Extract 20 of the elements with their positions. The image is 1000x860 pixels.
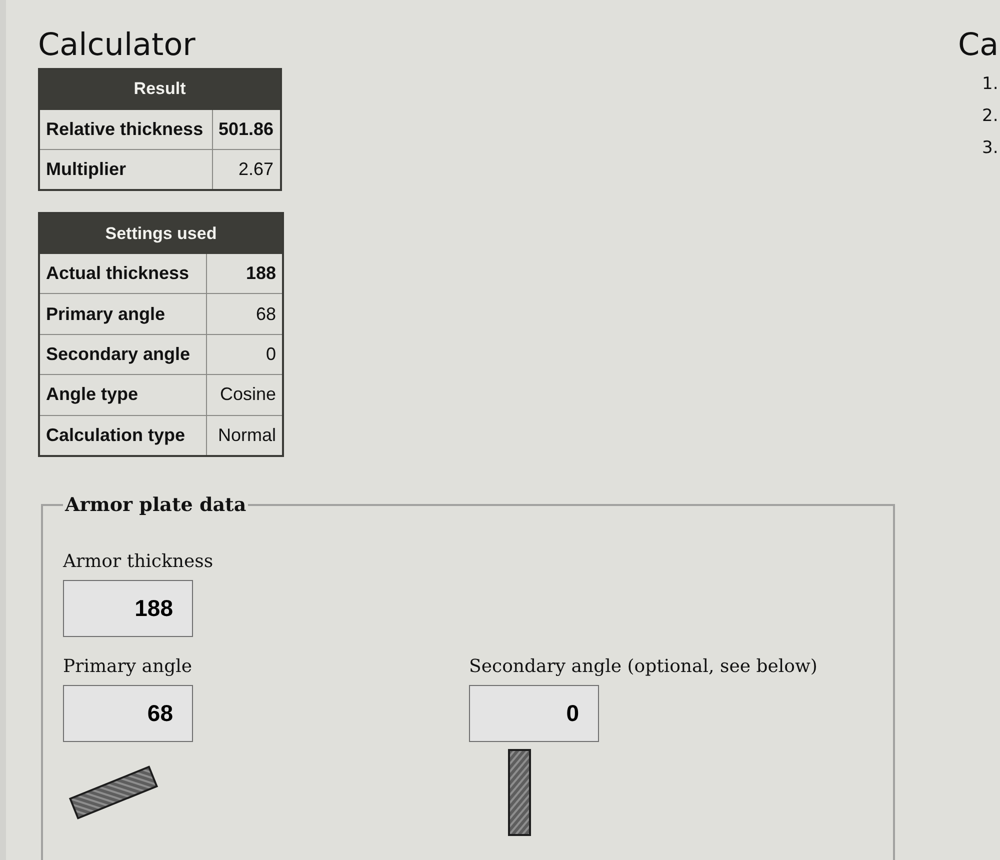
label-cell: Actual thickness (39, 254, 206, 294)
field-label: Secondary angle (optional, see below) (469, 654, 818, 679)
hatched-plate-icon (508, 748, 531, 836)
number-input[interactable]: 188 (63, 580, 193, 637)
label-cell: Secondary angle (39, 334, 206, 375)
table-header: Settings used (39, 213, 283, 254)
label-cell: Angle type (39, 374, 206, 416)
number-input[interactable]: 68 (63, 684, 193, 742)
number-input[interactable]: 0 (469, 684, 599, 742)
label-cell: Relative thickness (39, 109, 212, 150)
list-number: 1. (982, 73, 998, 96)
list-number: 3. (982, 137, 998, 160)
field-label: Armor thickness (63, 550, 214, 574)
field-label: Primary angle (63, 654, 192, 679)
side-heading: Ca (958, 27, 999, 64)
list-number: 2. (982, 105, 998, 128)
label-cell: Primary angle (39, 294, 206, 334)
page-title: Calculator (38, 27, 196, 64)
fieldset-legend: Armor plate data (63, 492, 248, 517)
table-header: Result (39, 69, 281, 110)
